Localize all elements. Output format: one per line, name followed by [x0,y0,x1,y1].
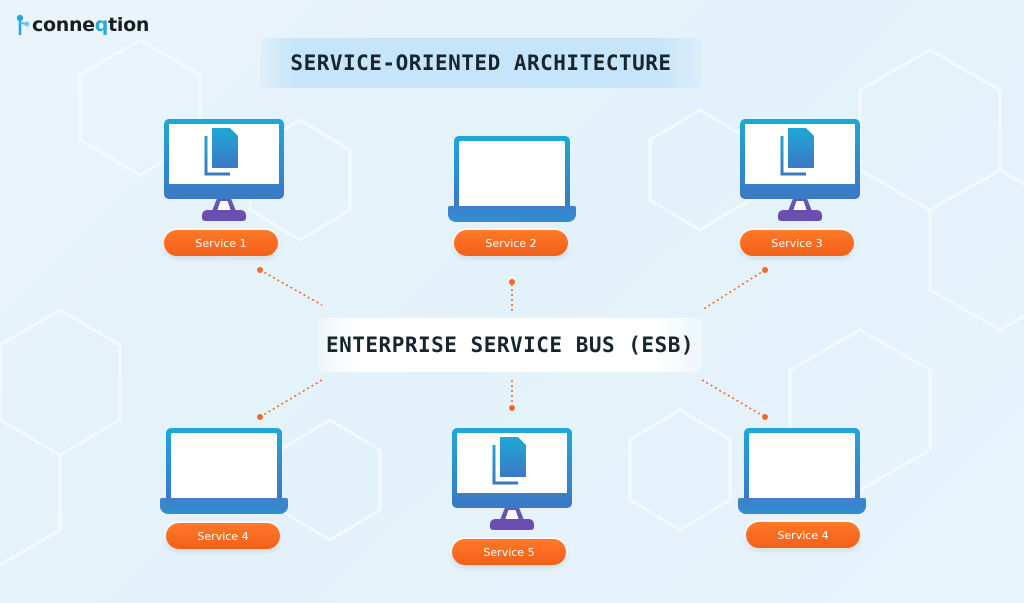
service-1-label[interactable]: Service 1 [164,230,278,256]
connector-s3 [701,269,766,311]
service-1-monitor[interactable] [164,119,284,221]
connector-s4b [701,379,766,418]
laptop-base [160,498,288,514]
connector-dot-s4b [762,414,768,420]
laptop-screen [454,136,570,208]
laptop-screen [166,428,282,500]
laptop-screen [744,428,860,500]
connector-dot-s3 [762,267,768,273]
service-4-right-label[interactable]: Service 4 [746,522,860,548]
monitor-base [202,210,246,221]
service-3-label[interactable]: Service 3 [740,230,854,256]
service-4-left-laptop[interactable] [160,428,288,516]
service-4-right-laptop[interactable] [738,428,866,516]
document-copy-icon [204,128,238,176]
service-5-monitor[interactable] [452,428,572,530]
connector-dot-s1 [257,267,263,273]
connector-s4a [259,379,323,418]
service-3-monitor[interactable] [740,119,860,221]
connector-dot-s4a [257,414,263,420]
connector-s1 [259,269,323,306]
connector-dot-s2 [509,279,515,285]
monitor-base [490,519,534,530]
esb-hub-label: ENTERPRISE SERVICE BUS (ESB) [325,333,694,357]
service-2-label[interactable]: Service 2 [454,230,568,256]
laptop-base [738,498,866,514]
document-copy-icon [780,128,814,176]
service-2-laptop[interactable] [448,136,576,224]
monitor-base [778,210,822,221]
document-copy-icon [492,437,526,485]
connector-dot-s5 [509,405,515,411]
service-5-label[interactable]: Service 5 [452,539,566,565]
laptop-base [448,206,576,222]
service-4-left-label[interactable]: Service 4 [166,523,280,549]
